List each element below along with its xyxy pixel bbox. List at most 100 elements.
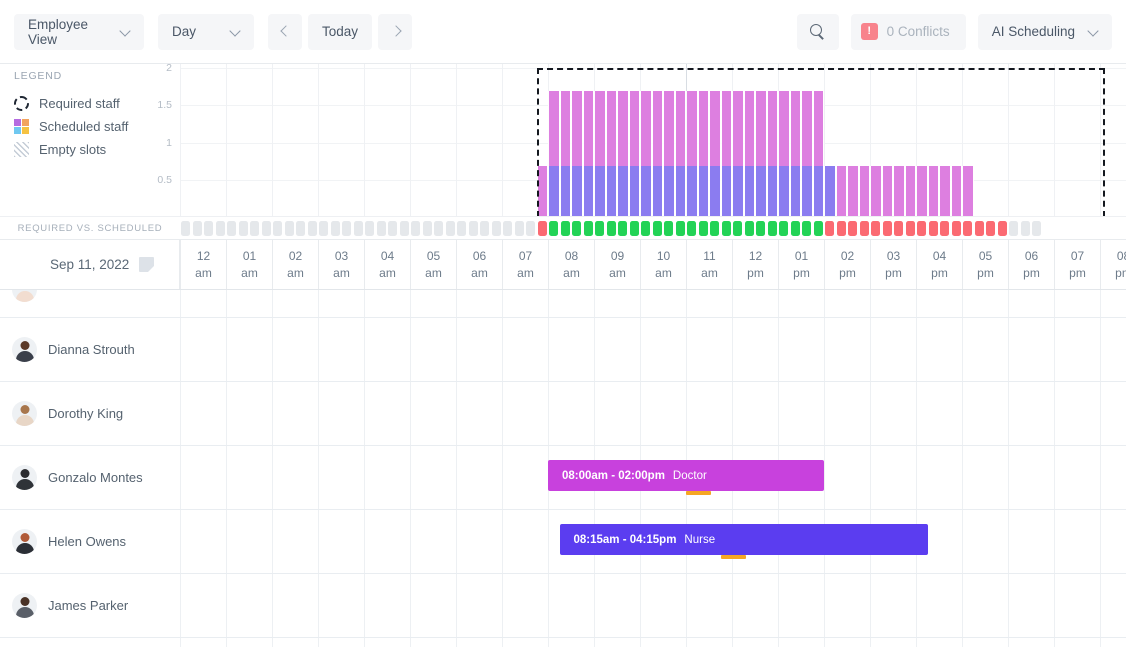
status-cell-conflict[interactable] [871, 221, 881, 236]
schedule-row[interactable]: Gonzalo Montes 08:00am - 02:00pm Doctor [0, 446, 1126, 510]
status-cell-ok[interactable] [652, 221, 662, 236]
status-cell-empty[interactable] [296, 221, 306, 236]
status-cell-ok[interactable] [733, 221, 743, 236]
employee-name-cell[interactable]: James Parker [0, 574, 180, 637]
status-cell-ok[interactable] [583, 221, 593, 236]
status-cell-ok[interactable] [813, 221, 823, 236]
status-cell-empty[interactable] [388, 221, 398, 236]
employee-name-cell[interactable]: Dorothy King [0, 382, 180, 445]
hour-column-header[interactable]: 08 am [548, 240, 594, 289]
employee-view-select[interactable]: Employee View [14, 13, 144, 50]
status-cell-conflict[interactable] [859, 221, 869, 236]
hour-column-header[interactable]: 09 am [594, 240, 640, 289]
hour-column-header[interactable]: 04 am [364, 240, 410, 289]
status-cell-ok[interactable] [779, 221, 789, 236]
status-cell-ok[interactable] [721, 221, 731, 236]
status-cell-conflict[interactable] [894, 221, 904, 236]
status-cell-ok[interactable] [629, 221, 639, 236]
status-cell-ok[interactable] [802, 221, 812, 236]
hour-column-header[interactable]: 10 am [640, 240, 686, 289]
status-cell-empty[interactable] [250, 221, 260, 236]
status-cell-conflict[interactable] [848, 221, 858, 236]
status-cell-conflict[interactable] [882, 221, 892, 236]
schedule-event[interactable]: 08:00am - 02:00pm Doctor [548, 460, 824, 491]
schedule-row[interactable] [0, 290, 1126, 318]
status-cell-empty[interactable] [307, 221, 317, 236]
status-cell-empty[interactable] [457, 221, 467, 236]
current-date-cell[interactable]: Sep 11, 2022 [0, 240, 180, 289]
status-cell-empty[interactable] [204, 221, 214, 236]
status-cell-empty[interactable] [422, 221, 432, 236]
employee-name-cell[interactable]: Dianna Strouth [0, 318, 180, 381]
status-cell-empty[interactable] [399, 221, 409, 236]
status-cell-empty[interactable] [503, 221, 513, 236]
status-cell-conflict[interactable] [940, 221, 950, 236]
status-cell-conflict[interactable] [951, 221, 961, 236]
status-cell-empty[interactable] [480, 221, 490, 236]
hour-column-header[interactable]: 07 pm [1054, 240, 1100, 289]
status-cell-ok[interactable] [675, 221, 685, 236]
status-cell-ok[interactable] [710, 221, 720, 236]
hour-column-header[interactable]: 03 am [318, 240, 364, 289]
status-cell-conflict[interactable] [537, 221, 547, 236]
status-cell-ok[interactable] [698, 221, 708, 236]
next-day-button[interactable] [378, 13, 413, 50]
status-cell-ok[interactable] [687, 221, 697, 236]
status-cell-empty[interactable] [330, 221, 340, 236]
note-icon[interactable] [139, 257, 155, 272]
status-cell-empty[interactable] [192, 221, 202, 236]
status-cell-empty[interactable] [261, 221, 271, 236]
hour-column-header[interactable]: 06 am [456, 240, 502, 289]
hour-column-header[interactable]: 07 am [502, 240, 548, 289]
status-cell-conflict[interactable] [986, 221, 996, 236]
status-cell-conflict[interactable] [963, 221, 973, 236]
status-cell-empty[interactable] [238, 221, 248, 236]
hour-column-header[interactable]: 06 pm [1008, 240, 1054, 289]
status-cell-empty[interactable] [181, 221, 191, 236]
employee-name-cell[interactable] [0, 290, 180, 317]
hour-column-header[interactable]: 02 pm [824, 240, 870, 289]
status-cell-empty[interactable] [411, 221, 421, 236]
hour-column-header[interactable]: 02 am [272, 240, 318, 289]
status-cell-empty[interactable] [215, 221, 225, 236]
prev-day-button[interactable] [268, 13, 302, 50]
hour-column-header[interactable]: 05 pm [962, 240, 1008, 289]
status-cell-empty[interactable] [353, 221, 363, 236]
today-button[interactable]: Today [308, 13, 373, 50]
status-cell-empty[interactable] [342, 221, 352, 236]
hour-column-header[interactable]: 12 pm [732, 240, 778, 289]
status-cell-empty[interactable] [445, 221, 455, 236]
hour-column-header[interactable]: 12 am [180, 240, 226, 289]
status-cell-empty[interactable] [227, 221, 237, 236]
status-cell-empty[interactable] [1020, 221, 1030, 236]
status-cell-ok[interactable] [572, 221, 582, 236]
status-cell-conflict[interactable] [825, 221, 835, 236]
status-cell-empty[interactable] [319, 221, 329, 236]
ai-scheduling-button[interactable]: AI Scheduling [977, 13, 1112, 50]
employee-name-cell[interactable]: Helen Owens [0, 510, 180, 573]
status-cell-empty[interactable] [284, 221, 294, 236]
status-cell-ok[interactable] [618, 221, 628, 236]
schedule-event[interactable]: 08:15am - 04:15pm Nurse [559, 524, 928, 555]
status-cell-ok[interactable] [664, 221, 674, 236]
employee-name-cell[interactable]: Gonzalo Montes [0, 446, 180, 509]
status-cell-empty[interactable] [376, 221, 386, 236]
hour-column-header[interactable]: 11 am [686, 240, 732, 289]
status-cell-conflict[interactable] [905, 221, 915, 236]
hour-column-header[interactable]: 03 pm [870, 240, 916, 289]
status-cell-empty[interactable] [468, 221, 478, 236]
hour-column-header[interactable]: 08pm [1100, 240, 1126, 289]
status-cell-ok[interactable] [595, 221, 605, 236]
hour-column-header[interactable]: 04 pm [916, 240, 962, 289]
hour-column-header[interactable]: 01 pm [778, 240, 824, 289]
status-cell-empty[interactable] [526, 221, 536, 236]
status-cell-ok[interactable] [641, 221, 651, 236]
status-cell-ok[interactable] [790, 221, 800, 236]
hour-column-header[interactable]: 01 am [226, 240, 272, 289]
status-cell-empty[interactable] [365, 221, 375, 236]
status-cell-ok[interactable] [549, 221, 559, 236]
status-cell-conflict[interactable] [974, 221, 984, 236]
status-cell-conflict[interactable] [836, 221, 846, 236]
status-cell-ok[interactable] [560, 221, 570, 236]
schedule-row[interactable]: Dianna Strouth [0, 318, 1126, 382]
